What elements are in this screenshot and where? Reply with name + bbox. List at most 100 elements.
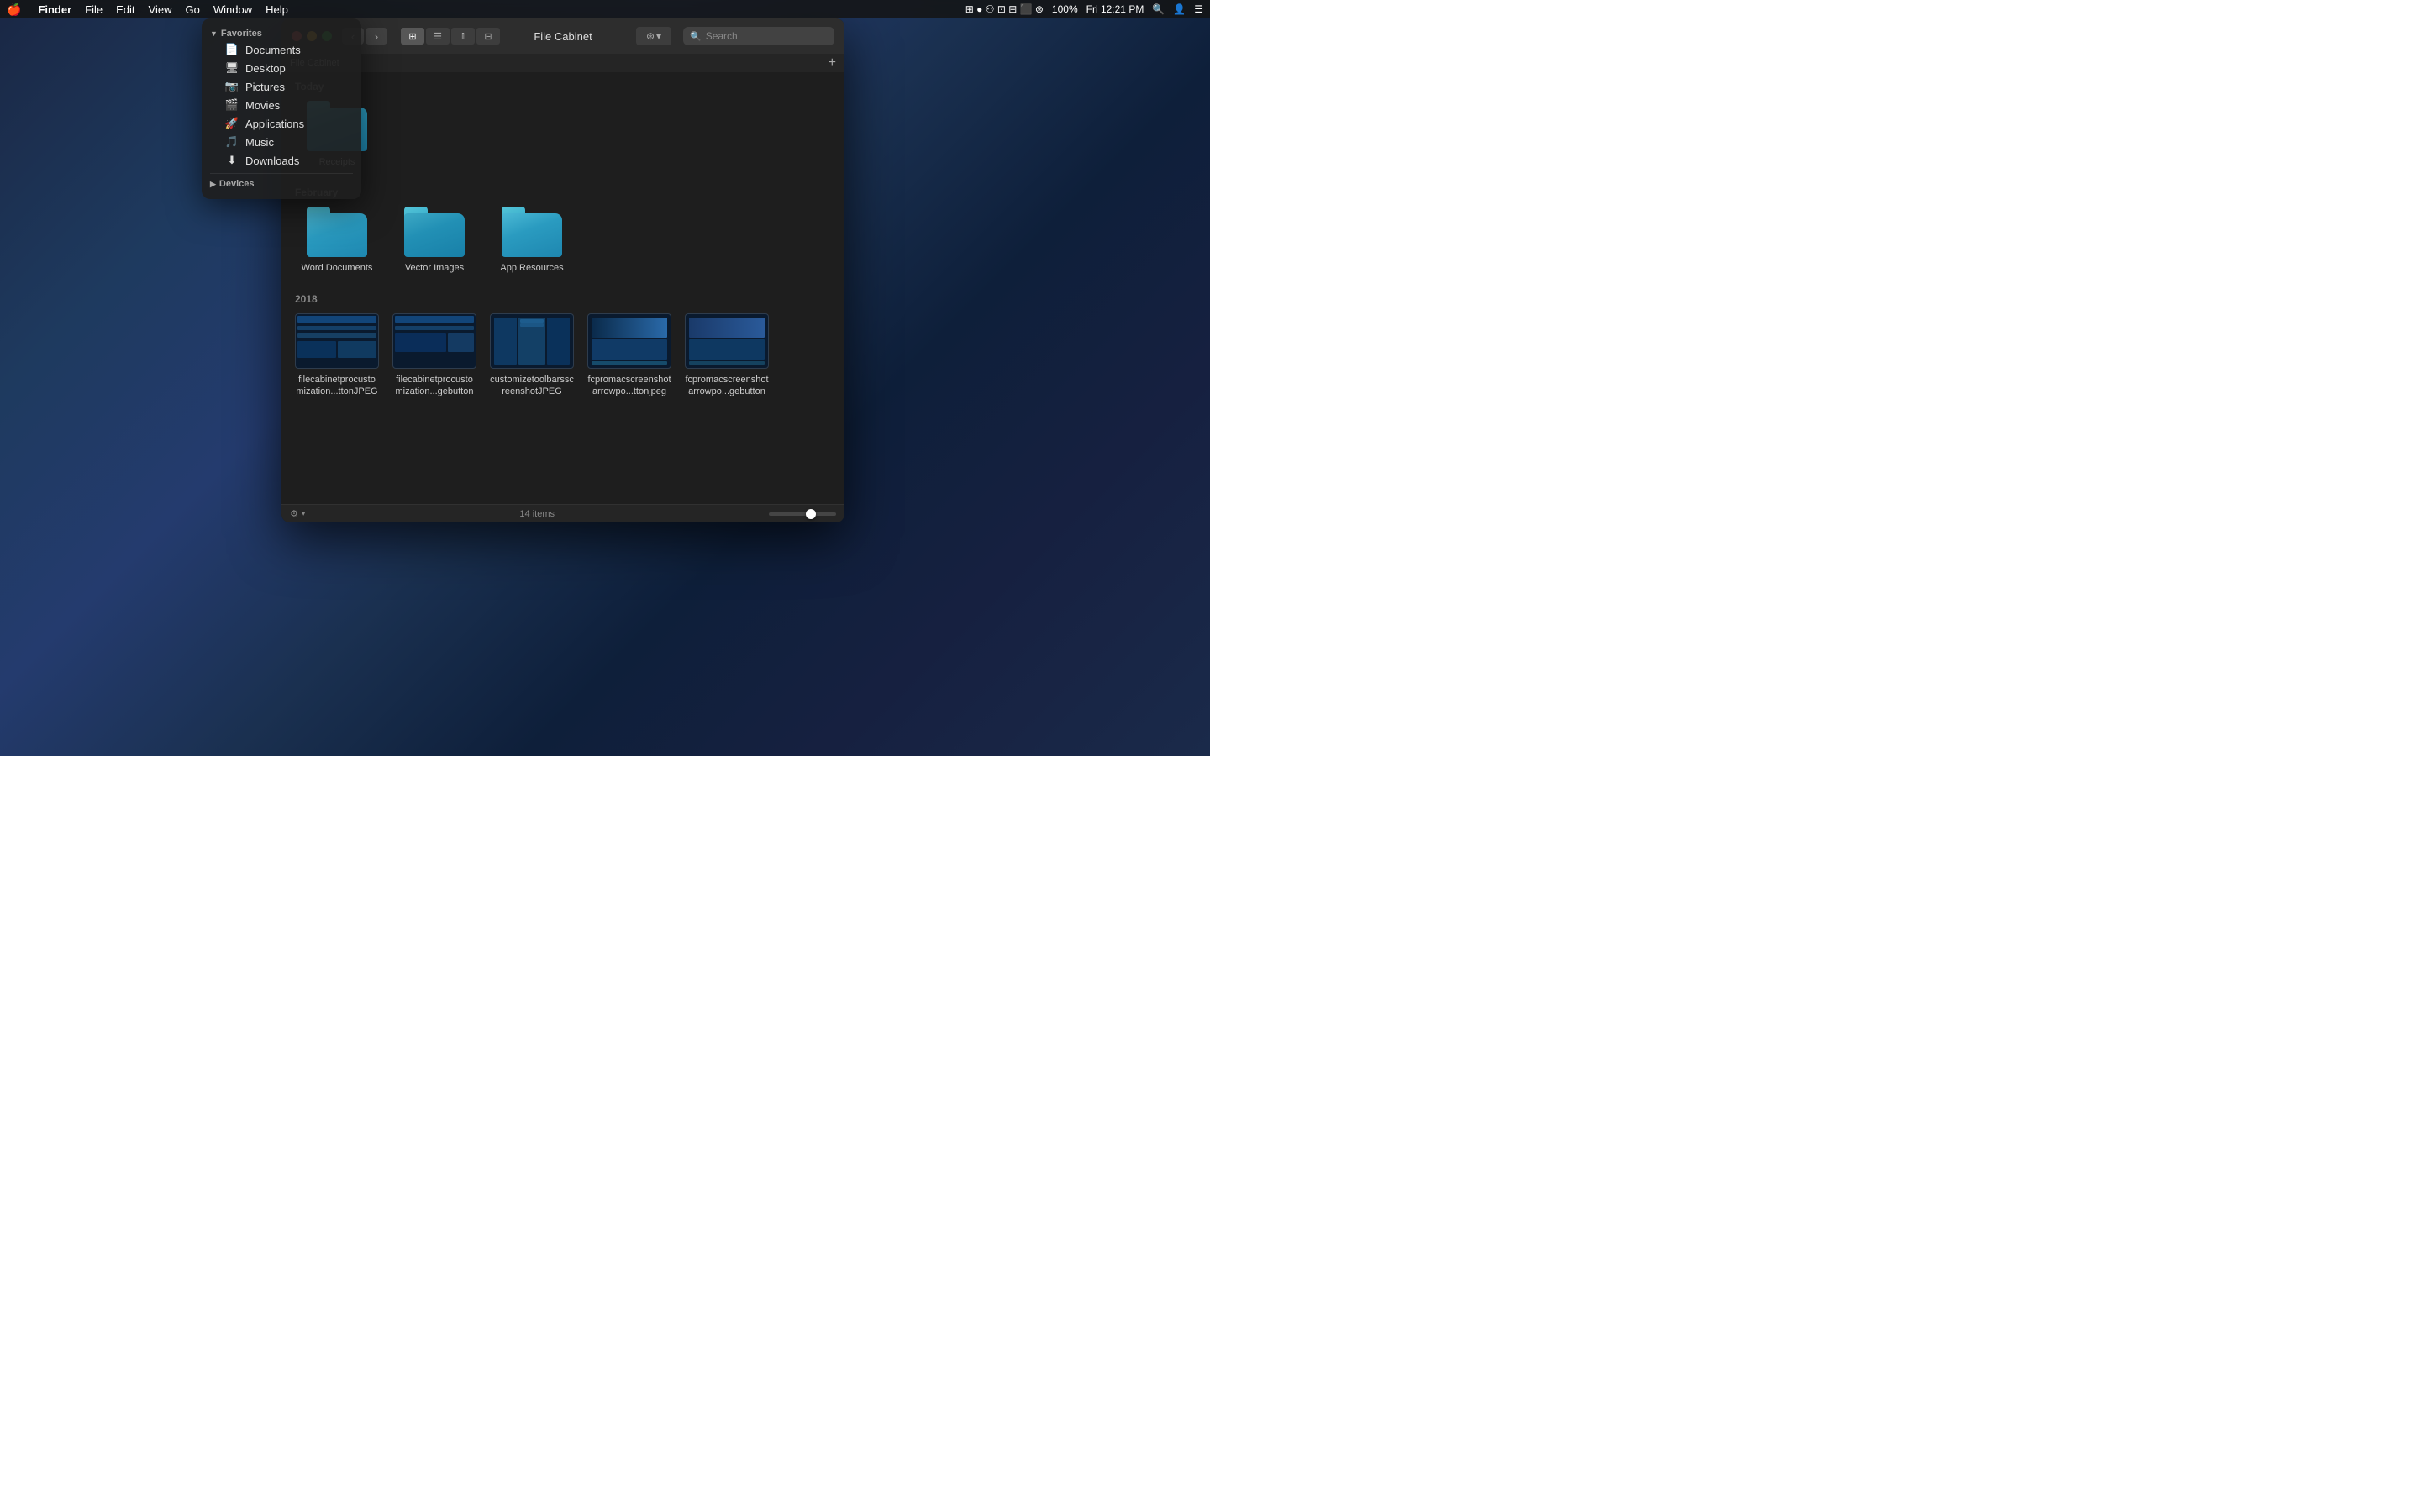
file-4[interactable]: fcpromacscreenshotarrowpo...ttonjpeg [587, 313, 671, 398]
search-icon: 🔍 [690, 31, 702, 42]
february-grid: Word Documents Vector Images App Resourc… [281, 203, 844, 284]
menubar: 🍎 Finder File Edit View Go Window Help ⊞… [0, 0, 1210, 18]
chevron-down-icon: ▾ [656, 30, 661, 42]
folder-vector-images[interactable]: Vector Images [392, 207, 476, 274]
documents-icon: 📄 [225, 43, 239, 56]
file-menu[interactable]: File [85, 3, 103, 16]
window-menu[interactable]: Window [213, 3, 252, 16]
search-bar[interactable]: 🔍 Search [683, 27, 834, 45]
finder-window: ‹ › ⊞ ☰ ⫾ ⊟ ⊛ ▾ 🔍 Search File Cabinet Fi… [281, 18, 844, 522]
file-2-label: filecabinetprocustomization...gebutton [392, 374, 476, 398]
apple-menu[interactable]: 🍎 [7, 3, 21, 17]
thumb-detail [687, 316, 766, 366]
devices-label: Devices [219, 179, 255, 189]
file-5[interactable]: fcpromacscreenshotarrowpo...gebutton [685, 313, 769, 398]
file-3[interactable]: customizetoolbarsscreenshotJPEG [490, 313, 574, 398]
statusbar: ⚙ ▾ 14 items [281, 504, 844, 522]
sidebar-item-music[interactable]: 🎵 Music [205, 133, 358, 151]
slider-track [769, 512, 836, 516]
slider-thumb[interactable] [806, 509, 816, 519]
sidebar: ▼ Favorites 📄 Documents 🖥 Desktop 📷 Pict… [202, 18, 361, 199]
list-view-button[interactable]: ☰ [426, 28, 450, 45]
gallery-view-button[interactable]: ⊟ [476, 28, 500, 45]
sidebar-item-label: Downloads [245, 155, 299, 167]
file-5-thumb [685, 313, 769, 369]
folder-body [404, 213, 465, 257]
thumb-detail [590, 316, 669, 366]
february-section-label: February [281, 178, 844, 203]
pathbar: File Cabinet + [281, 54, 844, 72]
sidebar-item-documents[interactable]: 📄 Documents [205, 40, 358, 59]
sidebar-item-label: Pictures [245, 81, 285, 93]
pictures-icon: 📷 [225, 80, 239, 93]
file-1[interactable]: filecabinetprocustomization...ttonJPEG [295, 313, 379, 398]
sidebar-item-pictures[interactable]: 📷 Pictures [205, 77, 358, 96]
menu-icon[interactable]: ☰ [1194, 3, 1203, 15]
gear-icon[interactable]: ⚙ [290, 508, 298, 519]
file-1-label: filecabinetprocustomization...ttonJPEG [295, 374, 379, 398]
search-input[interactable]: Search [706, 30, 828, 42]
folder-body [502, 213, 562, 257]
applications-icon: 🚀 [225, 117, 239, 130]
stack-icon: ⊛ [646, 30, 655, 42]
battery-indicator: 100% [1052, 3, 1078, 15]
clock: Fri 12:21 PM [1086, 3, 1144, 15]
sidebar-item-movies[interactable]: 🎬 Movies [205, 96, 358, 114]
movies-icon: 🎬 [225, 98, 239, 112]
folder-word-documents-icon [307, 207, 367, 257]
search-icon[interactable]: 🔍 [1152, 3, 1165, 15]
content-area: Today Receipts February Word Documents [281, 72, 844, 504]
sidebar-item-label: Desktop [245, 62, 286, 75]
devices-chevron: ▶ [210, 180, 216, 189]
sidebar-item-label: Documents [245, 44, 301, 56]
edit-menu[interactable]: Edit [116, 3, 134, 16]
sidebar-item-label: Applications [245, 118, 304, 130]
favorites-label: Favorites [221, 29, 262, 39]
zoom-slider[interactable] [769, 512, 836, 516]
favorites-section[interactable]: ▼ Favorites [202, 27, 361, 40]
forward-button[interactable]: › [366, 28, 387, 45]
folder-word-documents-label: Word Documents [302, 262, 373, 274]
file-4-thumb [587, 313, 671, 369]
file-2[interactable]: filecabinetprocustomization...gebutton [392, 313, 476, 398]
window-title: File Cabinet [534, 30, 592, 43]
help-menu[interactable]: Help [266, 3, 288, 16]
sidebar-item-applications[interactable]: 🚀 Applications [205, 114, 358, 133]
finder-menu[interactable]: Finder [38, 3, 71, 16]
sidebar-item-desktop[interactable]: 🖥 Desktop [205, 59, 358, 77]
folder-app-resources-icon [502, 207, 562, 257]
thumb-detail [297, 316, 376, 366]
chevron-down-icon: ▾ [302, 509, 306, 518]
downloads-icon: ⬇ [225, 154, 239, 167]
icon-view-button[interactable]: ⊞ [401, 28, 424, 45]
go-menu[interactable]: Go [185, 3, 199, 16]
music-icon: 🎵 [225, 135, 239, 149]
add-tab-button[interactable]: + [829, 55, 836, 71]
file-3-thumb [490, 313, 574, 369]
file-3-label: customizetoolbarsscreenshotJPEG [490, 374, 574, 398]
folder-vector-images-icon [404, 207, 465, 257]
today-grid: Receipts [281, 97, 844, 178]
user-icon[interactable]: 👤 [1173, 3, 1186, 15]
folder-app-resources-label: App Resources [500, 262, 563, 274]
sidebar-item-downloads[interactable]: ⬇ Downloads [205, 151, 358, 170]
folder-app-resources[interactable]: App Resources [490, 207, 574, 274]
today-section-label: Today [281, 72, 844, 97]
desktop-icon: 🖥 [225, 61, 239, 75]
file-2-thumb [392, 313, 476, 369]
folder-vector-images-label: Vector Images [405, 262, 464, 274]
year2018-section-label: 2018 [281, 285, 844, 310]
status-left: ⚙ ▾ [290, 508, 305, 519]
sidebar-item-label: Music [245, 136, 274, 149]
favorites-chevron: ▼ [210, 29, 218, 38]
column-view-button[interactable]: ⫾ [451, 28, 475, 45]
devices-section[interactable]: ▶ Devices [202, 177, 361, 191]
folder-word-documents[interactable]: Word Documents [295, 207, 379, 274]
thumb-detail [492, 316, 571, 366]
titlebar: ‹ › ⊞ ☰ ⫾ ⊟ ⊛ ▾ 🔍 Search File Cabinet [281, 18, 844, 54]
view-buttons: ⊞ ☰ ⫾ ⊟ [401, 28, 500, 45]
view-menu[interactable]: View [149, 3, 172, 16]
action-button[interactable]: ⊛ ▾ [636, 27, 671, 45]
file-1-thumb [295, 313, 379, 369]
items-count: 14 items [519, 509, 555, 519]
